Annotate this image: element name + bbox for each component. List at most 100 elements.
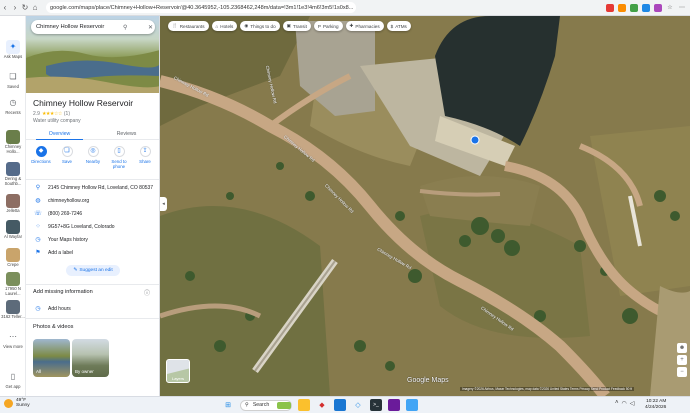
street-view-icon[interactable]: ☻ bbox=[677, 343, 687, 353]
vscode-icon[interactable]: ◇ bbox=[352, 399, 364, 411]
rail-item-recent-place[interactable]: 17950 N Laurel... bbox=[1, 272, 25, 296]
chip-hotels[interactable]: ⌂ Hotels bbox=[211, 21, 238, 31]
share-button[interactable]: ⇪ Share bbox=[133, 146, 157, 169]
history-icon: ◷ bbox=[35, 237, 41, 243]
extension-icon[interactable] bbox=[654, 3, 662, 12]
chip-transit[interactable]: ▣ Transit bbox=[282, 21, 311, 31]
windows-start-icon[interactable]: ⊞ bbox=[222, 399, 234, 411]
transit-icon: ▣ bbox=[286, 23, 291, 28]
back-icon[interactable]: ‹ bbox=[0, 2, 10, 14]
taskbar-apps: ⊞ ⚲ Search ◆ ◇ >_ bbox=[222, 399, 418, 411]
divider bbox=[26, 179, 159, 180]
extension-icon[interactable] bbox=[630, 3, 638, 12]
rail-item-recent-place[interactable]: Crepe bbox=[1, 248, 25, 268]
photo-all[interactable]: All bbox=[33, 339, 70, 377]
search-icon[interactable]: ⚲ bbox=[121, 24, 130, 31]
atm-icon: $ bbox=[390, 23, 394, 29]
share-icon: ⇪ bbox=[139, 146, 151, 157]
tab-reviews[interactable]: Reviews bbox=[93, 128, 159, 139]
save-button[interactable]: ❏ Save bbox=[55, 146, 79, 169]
map-attribution: Imagery ©2026 Airbus, Maxar Technologies… bbox=[460, 387, 635, 391]
search-input[interactable]: Chimney Hollow Reservoir ⚲ ✕ bbox=[31, 20, 155, 34]
chip-atms[interactable]: $ ATMs bbox=[386, 21, 411, 31]
wifi-icon[interactable]: ◠ bbox=[622, 400, 627, 407]
extension-icon[interactable] bbox=[642, 3, 650, 12]
satellite-map[interactable]: Chimney Hollow Rd Chimney Hollow Rd Chim… bbox=[160, 16, 690, 396]
suggest-edit-button[interactable]: ✎ Suggest an edit bbox=[66, 265, 120, 276]
website-row[interactable]: ◍ chimneyhollow.org bbox=[33, 197, 89, 205]
collapse-panel-button[interactable]: ◂ bbox=[160, 197, 167, 211]
more-icon: ⋯ bbox=[9, 331, 17, 341]
extension-icon[interactable] bbox=[618, 3, 626, 12]
rail-item-recent-place[interactable]: Chimney Hollo... bbox=[1, 130, 25, 154]
phone-icon: ▯ bbox=[10, 371, 16, 381]
layers-button[interactable]: Layers bbox=[166, 359, 190, 383]
sparkle-icon: ✦ bbox=[6, 40, 20, 54]
rail-item-ask-maps[interactable]: ✦ Ask Maps bbox=[1, 40, 25, 60]
clock[interactable]: 10:22 AM 4/24/2026 bbox=[645, 399, 666, 411]
volume-icon[interactable]: ◁ bbox=[630, 400, 635, 407]
place-thumb-icon bbox=[6, 194, 20, 208]
app-icon[interactable] bbox=[334, 399, 346, 411]
menu-icon[interactable]: ⋯ bbox=[678, 4, 686, 12]
app-icon[interactable] bbox=[406, 399, 418, 411]
file-explorer-icon[interactable] bbox=[298, 399, 310, 411]
add-label-row[interactable]: ⚑ Add a label bbox=[33, 249, 73, 257]
nearby-button[interactable]: ◎ Nearby bbox=[81, 146, 105, 169]
phone-icon: ☏ bbox=[34, 211, 42, 217]
history-icon: ◷ bbox=[9, 97, 17, 107]
address-row[interactable]: ⚲ 2145 Chimney Hollow Rd, Loveland, CO 8… bbox=[33, 184, 153, 192]
rail-item-recent-place[interactable]: Dering & Southb... bbox=[1, 162, 25, 186]
place-thumb-icon bbox=[6, 248, 20, 262]
rail-item-recents[interactable]: ◷ Recents bbox=[1, 96, 25, 116]
place-category[interactable]: Water utility company bbox=[33, 118, 81, 124]
rail-item-get-app[interactable]: ▯ Get app bbox=[1, 370, 25, 390]
star-icon[interactable]: ☆ bbox=[666, 4, 674, 12]
action-buttons: ◆ Directions ❏ Save ◎ Nearby ▯ Send to p… bbox=[29, 146, 157, 169]
chip-things-to-do[interactable]: ◉ Things to do bbox=[240, 21, 280, 31]
directions-button[interactable]: ◆ Directions bbox=[29, 146, 53, 169]
sun-icon bbox=[4, 398, 13, 408]
rail-item-saved[interactable]: ❏ Saved bbox=[1, 70, 25, 90]
terminal-icon[interactable]: >_ bbox=[370, 399, 382, 411]
rail-item-recent-place[interactable]: Al Wayfar bbox=[1, 220, 25, 240]
rail-item-view-more[interactable]: ⋯ View more bbox=[1, 330, 25, 350]
rail-item-recent-place[interactable]: 3162 Teller... bbox=[1, 300, 25, 320]
rating-stars: ★★★☆☆ bbox=[41, 111, 62, 117]
zoom-out-icon[interactable]: − bbox=[677, 367, 687, 377]
chevron-up-icon[interactable]: ˄ bbox=[615, 400, 619, 407]
extension-icon[interactable] bbox=[606, 3, 614, 12]
weather-widget[interactable]: 49°F Sunny bbox=[4, 398, 30, 409]
chip-parking[interactable]: P Parking bbox=[313, 21, 343, 31]
taskbar-search[interactable]: ⚲ Search bbox=[240, 399, 292, 411]
search-highlight-icon bbox=[277, 401, 291, 409]
search-icon: ⚲ bbox=[245, 402, 249, 408]
divider bbox=[26, 284, 159, 285]
help-icon[interactable]: ⓘ bbox=[144, 288, 150, 297]
forward-icon[interactable]: › bbox=[10, 2, 20, 14]
phone-row[interactable]: ☏ (800) 269-7246 bbox=[33, 210, 82, 218]
maps-history-row[interactable]: ◷ Your Maps history bbox=[33, 236, 87, 244]
map-controls: ☻ + − bbox=[677, 343, 687, 377]
chip-pharmacies[interactable]: ✚ Pharmacies bbox=[345, 21, 384, 31]
plus-code-icon: ⁘ bbox=[35, 224, 41, 230]
missing-info-heading: Add missing information bbox=[33, 289, 93, 295]
add-hours-row[interactable]: ◷ Add hours bbox=[33, 305, 70, 313]
rail-item-recent-place[interactable]: Jelletta bbox=[1, 194, 25, 214]
photo-by-owner[interactable]: By owner bbox=[72, 339, 109, 377]
rating-row[interactable]: 2.9 ★★★☆☆ (1) bbox=[33, 111, 70, 117]
chip-restaurants[interactable]: 🍴 Restaurants bbox=[168, 21, 209, 31]
place-thumb-icon bbox=[6, 300, 20, 314]
brave-browser-icon[interactable]: ◆ bbox=[316, 399, 328, 411]
app-icon[interactable] bbox=[388, 399, 400, 411]
nearby-icon: ◎ bbox=[87, 146, 99, 157]
address-bar[interactable]: google.com/maps/place/Chimney+Hollow+Res… bbox=[46, 2, 356, 13]
plus-code-row[interactable]: ⁘ 9G57+8G Loveland, Colorado bbox=[33, 223, 114, 231]
close-icon[interactable]: ✕ bbox=[146, 24, 155, 31]
home-icon[interactable]: ⌂ bbox=[30, 2, 40, 14]
place-hero-photo[interactable]: Chimney Hollow Reservoir ⚲ ✕ bbox=[26, 16, 159, 93]
reload-icon[interactable]: ↻ bbox=[20, 2, 30, 14]
zoom-in-icon[interactable]: + bbox=[677, 355, 687, 365]
tab-overview[interactable]: Overview bbox=[26, 128, 93, 140]
send-to-phone-button[interactable]: ▯ Send to phone bbox=[107, 146, 131, 169]
